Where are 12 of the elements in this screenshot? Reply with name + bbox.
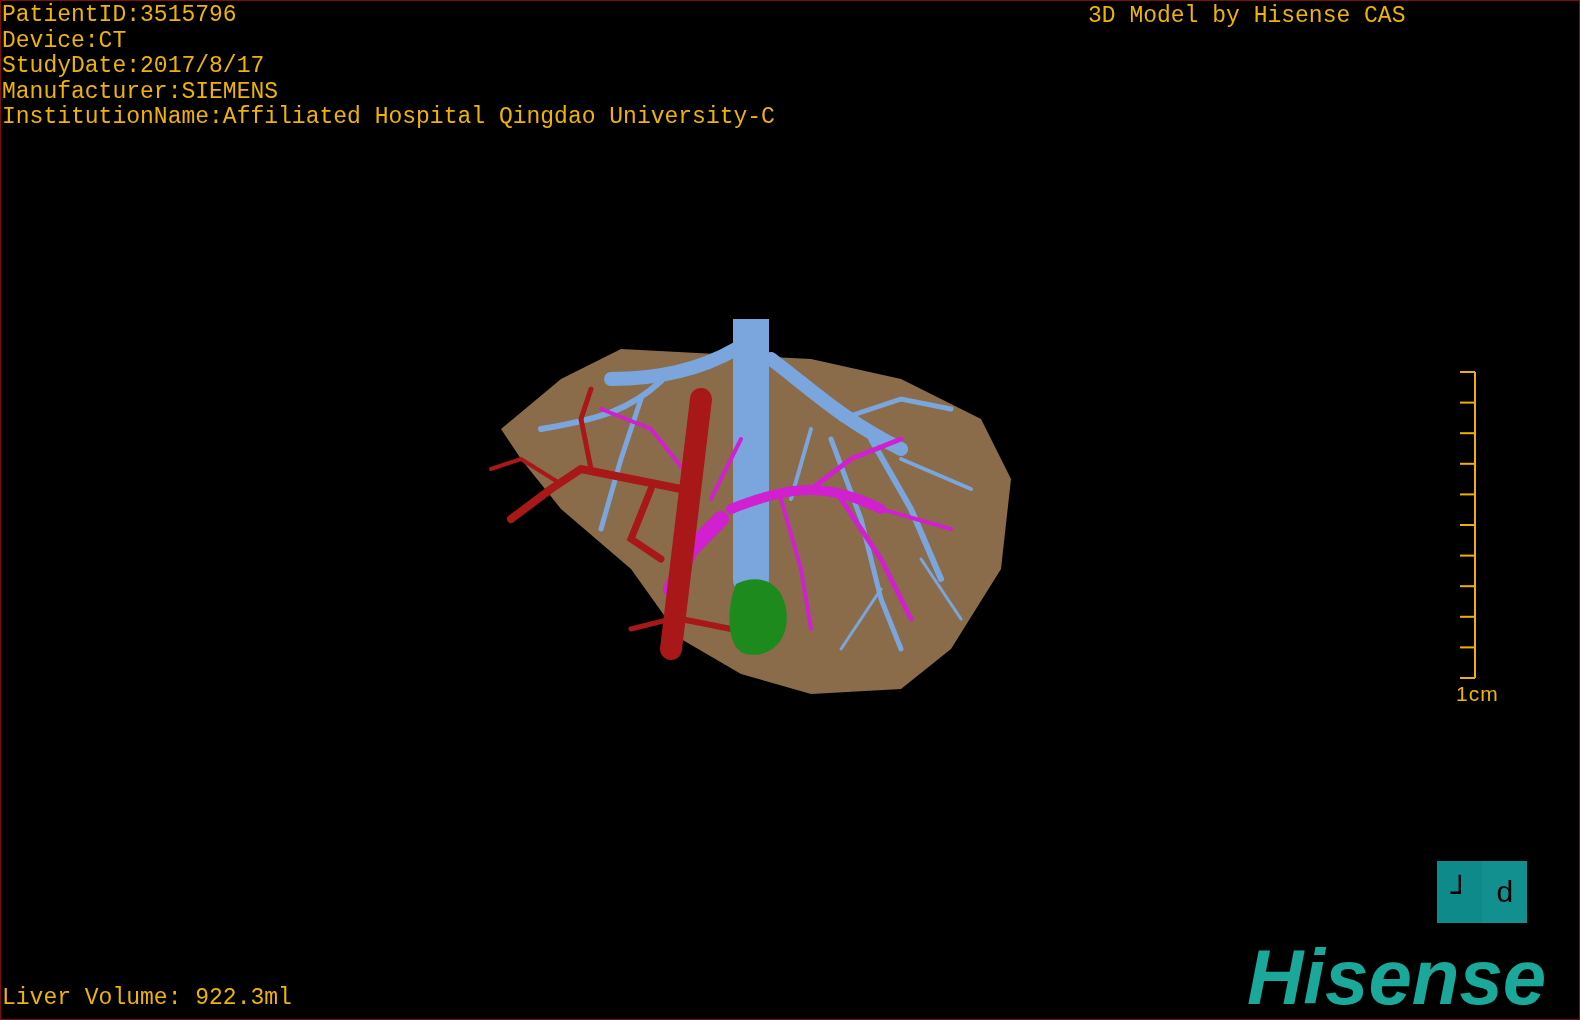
info-text: StudyDate:2017/8/17 (2, 54, 265, 80)
info-text: PatientID:3515796 (2, 3, 237, 29)
info-text: Manufacturer:SIEMENS (2, 79, 279, 105)
scale-label: 1cm (1456, 683, 1499, 705)
brand-logo: Hisense (1247, 937, 1547, 1017)
credit-text: 3D Model by Hisense CAS (1088, 3, 1406, 29)
cube-face-label: ┘ (1450, 874, 1469, 910)
info-text: Device:CT (2, 28, 127, 54)
liver-volume-text: Liver Volume: 922.3ml (2, 985, 292, 1011)
orientation-cube[interactable]: ┘ d (1437, 861, 1527, 923)
info-text: InstitutionName:Affiliated Hospital Qingdao University-C (2, 105, 775, 131)
cube-face-label: d (1496, 875, 1514, 909)
